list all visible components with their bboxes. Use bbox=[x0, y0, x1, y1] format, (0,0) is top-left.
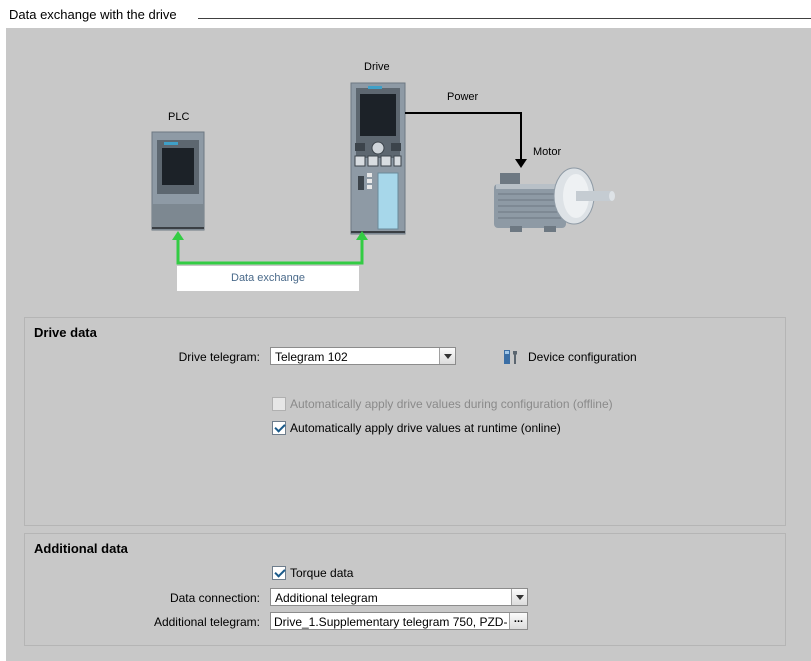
additional-telegram-value: Drive_1.Supplementary telegram 750, PZD-… bbox=[274, 615, 507, 629]
additional-data-title: Additional data bbox=[34, 541, 128, 556]
section-header: Data exchange with the drive bbox=[0, 0, 811, 28]
drive-telegram-select[interactable]: Telegram 102 bbox=[270, 347, 456, 365]
torque-data-checkbox[interactable] bbox=[272, 566, 286, 580]
drive-telegram-value: Telegram 102 bbox=[275, 350, 348, 364]
data-connection-label: Data connection: bbox=[169, 591, 260, 605]
section-title: Data exchange with the drive bbox=[9, 7, 177, 22]
auto-apply-online-label: Automatically apply drive values at runt… bbox=[290, 421, 561, 435]
drive-device-icon bbox=[350, 82, 406, 235]
chevron-down-icon[interactable] bbox=[511, 589, 527, 605]
device-configuration-link[interactable]: Device configuration bbox=[528, 350, 637, 364]
drive-telegram-label: Drive telegram: bbox=[178, 350, 260, 364]
drive-diagram: PLC Drive Power Motor Data exchange bbox=[6, 28, 811, 308]
data-connection-select[interactable]: Additional telegram bbox=[270, 588, 528, 606]
plc-device-icon bbox=[151, 131, 205, 231]
data-exchange-line bbox=[176, 238, 364, 265]
device-configuration-icon[interactable] bbox=[502, 348, 520, 366]
browse-button[interactable]: ... bbox=[509, 613, 527, 629]
section-divider bbox=[198, 18, 811, 19]
main-panel: PLC Drive Power Motor Data exchange Driv… bbox=[6, 28, 811, 661]
data-exchange-label: Data exchange bbox=[231, 272, 305, 284]
drive-data-group: Drive data Drive telegram: Telegram 102 … bbox=[24, 317, 786, 526]
auto-apply-offline-checkbox[interactable] bbox=[272, 397, 286, 411]
additional-data-group: Additional data Torque data Data connect… bbox=[24, 533, 786, 646]
diagram-graphics bbox=[151, 82, 615, 291]
torque-data-label: Torque data bbox=[290, 566, 354, 580]
data-connection-value: Additional telegram bbox=[275, 591, 378, 605]
additional-telegram-label: Additional telegram: bbox=[153, 615, 260, 629]
additional-telegram-field[interactable]: Drive_1.Supplementary telegram 750, PZD-… bbox=[270, 612, 528, 630]
motor-icon bbox=[494, 167, 615, 232]
power-line bbox=[405, 112, 522, 162]
auto-apply-online-checkbox[interactable] bbox=[272, 421, 286, 435]
drive-data-title: Drive data bbox=[34, 325, 97, 340]
auto-apply-offline-label: Automatically apply drive values during … bbox=[290, 397, 613, 411]
chevron-down-icon[interactable] bbox=[439, 348, 455, 364]
